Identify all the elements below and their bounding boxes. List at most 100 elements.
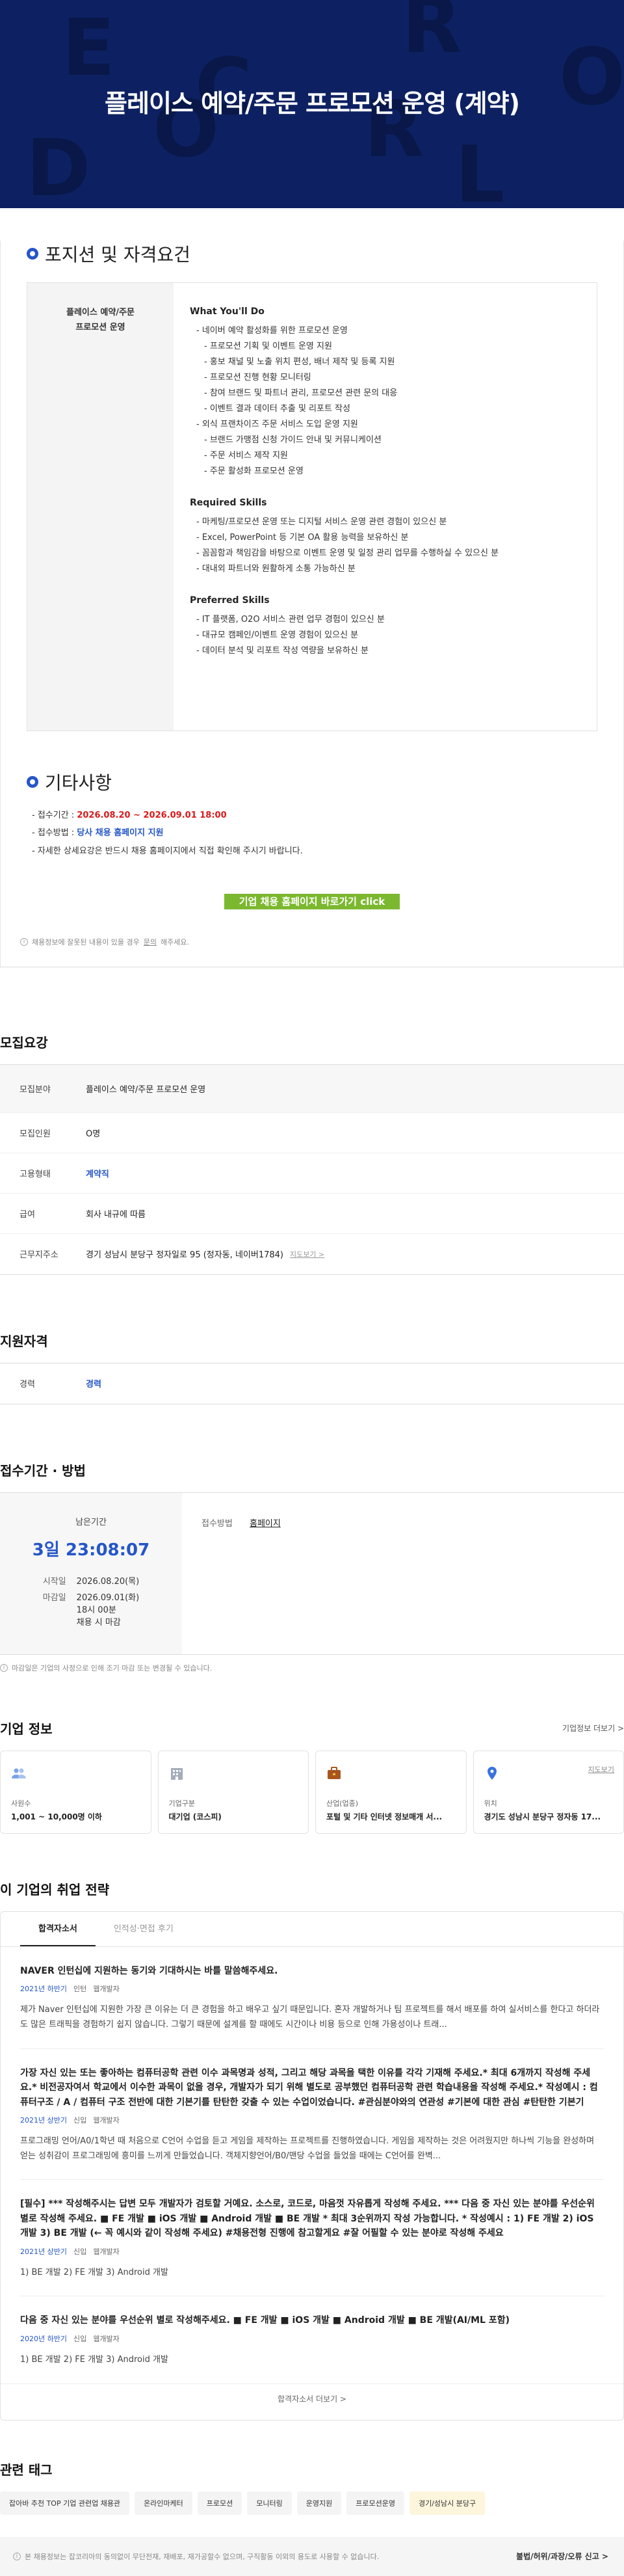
cover-letter-item[interactable]: NAVER 인턴십에 지원하는 동기와 기대하시는 바를 말씀해주세요.2021… xyxy=(20,1947,604,2049)
meta-type: 인턴 xyxy=(73,1985,86,1993)
company-card-value: 대기업 (코스피) xyxy=(169,1811,298,1822)
summary-section: 모집요강 모집분야플레이스 예약/주문 프로모션 운영모집인원O명고용형태계약직… xyxy=(0,1032,624,1275)
tag-chip[interactable]: 온라인마케터 xyxy=(135,2491,192,2515)
people-icon xyxy=(11,1765,27,1781)
summary-table: 모집분야플레이스 예약/주문 프로모션 운영모집인원O명고용형태계약직급여회사 … xyxy=(0,1064,624,1275)
tag-chip[interactable]: 경기/성남시 분당구 xyxy=(410,2491,485,2515)
meta-period: 2020년 하반기 xyxy=(20,2335,67,2343)
what-you-do-item: - 네이버 예약 활성화를 위한 프로모션 운영 xyxy=(190,323,580,339)
summary-title: 모집요강 xyxy=(0,1032,624,1051)
hero-title: 플레이스 예약/주문 프로모션 운영 (계약) xyxy=(0,83,624,119)
what-you-do-list: - 네이버 예약 활성화를 위한 프로모션 운영- 프로모션 기획 및 이벤트 … xyxy=(190,323,580,479)
what-you-do-heading: What You'll Do xyxy=(190,304,580,321)
qa-list: NAVER 인턴십에 지원하는 동기와 기대하시는 바를 말씀해주세요.2021… xyxy=(20,1947,604,2383)
circle-bullet-icon xyxy=(27,776,38,788)
cover-letter-item[interactable]: 가장 자신 있는 또는 좋아하는 컴퓨터공학 관련 이수 과목명과 성적, 그리… xyxy=(20,2049,604,2180)
etc-section-title: 기타사항 xyxy=(27,769,623,795)
hero-banner: E R C O R O D L 플레이스 예약/주문 프로모션 운영 (계약) xyxy=(0,0,624,208)
info-icon: i xyxy=(20,938,28,946)
deadline-title: 접수기간 · 방법 xyxy=(0,1460,624,1479)
summary-row: 급여회사 내규에 따름 xyxy=(0,1194,624,1234)
circle-bullet-icon xyxy=(27,248,38,260)
meta-job: 웹개발자 xyxy=(93,2116,119,2125)
what-you-do-item: - 프로모션 진행 현황 모니터링 xyxy=(190,370,580,386)
map-view-link[interactable]: 지도보기 xyxy=(588,1764,614,1775)
what-you-do-item: - 브랜드 가맹점 신청 가이드 안내 및 커뮤니케이션 xyxy=(190,433,580,448)
tags-title: 관련 태그 xyxy=(0,2460,624,2478)
question: [필수] *** 작성해주시는 답변 모두 개발자가 검토할 거예요. 소스로,… xyxy=(20,2197,604,2240)
summary-key: 급여 xyxy=(0,1207,65,1220)
summary-key: 근무지주소 xyxy=(0,1248,65,1260)
requirements-job-label: 플레이스 예약/주문 프로모션 운영 xyxy=(27,283,174,731)
question-meta: 2020년 하반기신입웹개발자 xyxy=(20,2333,604,2344)
requirements-box: 플레이스 예약/주문 프로모션 운영 What You'll Do - 네이버 … xyxy=(27,282,597,731)
question: 다음 중 자신 있는 분야를 우선순위 별로 작성해주세요. ■ FE 개발 ■… xyxy=(20,2313,604,2328)
what-you-do-item: - 참여 브랜드 및 파트너 관리, 프로모션 관련 문의 대응 xyxy=(190,386,580,401)
tag-chip[interactable]: 운영지원 xyxy=(297,2491,341,2515)
deadline-method: 접수방법 홈페이지 xyxy=(182,1493,281,1654)
info-icon: i xyxy=(0,1664,8,1672)
meta-job: 웹개발자 xyxy=(93,1985,119,1993)
tab-interview-review[interactable]: 인적성·면접 후기 xyxy=(96,1912,192,1946)
answer-preview: 1) BE 개발 2) FE 개발 3) Android 개발 xyxy=(20,2266,604,2281)
summary-value: 플레이스 예약/주문 프로모션 운영 xyxy=(65,1082,205,1095)
company-more-link[interactable]: 기업정보 더보기 > xyxy=(562,1723,624,1734)
report-link[interactable]: 불법/허위/과장/오류 신고 > xyxy=(516,2551,608,2562)
tag-chip[interactable]: 모니터링 xyxy=(247,2491,291,2515)
required-skills-list: - 마케팅/프로모션 운영 또는 디지털 서비스 운영 관련 경험이 있으신 분… xyxy=(190,515,580,577)
tag-chip[interactable]: 프로모션 xyxy=(198,2491,242,2515)
company-title: 기업 정보 xyxy=(0,1719,53,1737)
summary-row: 근무지주소경기 성남시 분당구 정자일로 95 (정자동, 네이버1784) 지도… xyxy=(0,1234,624,1274)
summary-row: 모집분야플레이스 예약/주문 프로모션 운영 xyxy=(0,1065,624,1113)
remaining-time: 3일 23:08:07 xyxy=(0,1536,182,1561)
preferred-skill-item: - 데이터 분석 및 리포트 작성 역량을 보유하신 분 xyxy=(190,643,580,659)
meta-period: 2021년 하반기 xyxy=(20,1985,67,1993)
tab-cover-letter[interactable]: 합격자소서 xyxy=(20,1912,96,1946)
apply-homepage-button[interactable]: 기업 채용 홈페이지 바로가기 click xyxy=(224,894,400,909)
cover-letter-item[interactable]: [필수] *** 작성해주시는 답변 모두 개발자가 검토할 거예요. 소스로,… xyxy=(20,2180,604,2296)
footer-bar: i 본 채용정보는 잡코리아의 동의없이 무단전재, 재배포, 재가공할수 없으… xyxy=(0,2537,624,2576)
deadline-summary: 남은기간 3일 23:08:07 시작일2026.08.20(목) 마감일202… xyxy=(0,1493,182,1654)
building-icon xyxy=(169,1765,185,1781)
summary-value: 경기 성남시 분당구 정자일로 95 (정자동, 네이버1784) xyxy=(65,1248,283,1260)
answer-preview: 1) BE 개발 2) FE 개발 3) Android 개발 xyxy=(20,2353,604,2368)
what-you-do-item: - 프로모션 기획 및 이벤트 운영 지원 xyxy=(190,339,580,355)
meta-type: 신입 xyxy=(73,2247,86,2256)
requirements-detail: What You'll Do - 네이버 예약 활성화를 위한 프로모션 운영-… xyxy=(174,283,597,731)
briefcase-icon xyxy=(326,1765,342,1781)
hero-bg-letter: D xyxy=(26,130,91,208)
cover-letter-item[interactable]: 다음 중 자신 있는 분야를 우선순위 별로 작성해주세요. ■ FE 개발 ■… xyxy=(20,2296,604,2383)
required-skill-item: - 마케팅/프로모션 운영 또는 디지털 서비스 운영 관련 경험이 있으신 분 xyxy=(190,515,580,530)
question: 가장 자신 있는 또는 좋아하는 컴퓨터공학 관련 이수 과목명과 성적, 그리… xyxy=(20,2066,604,2110)
tag-chip[interactable]: 잡아바 추천 TOP 기업 관련업 채용관 xyxy=(0,2491,129,2515)
summary-value: 회사 내규에 따름 xyxy=(65,1207,146,1220)
meta-period: 2021년 상반기 xyxy=(20,2247,67,2256)
what-you-do-item: - 이벤트 결과 데이터 추출 및 리포트 작성 xyxy=(190,401,580,417)
homepage-link[interactable]: 홈페이지 xyxy=(250,1519,281,1529)
inquiry-link[interactable]: 문의 xyxy=(144,937,157,947)
application-method: - 접수방법 : 당사 채용 홈페이지 지원 xyxy=(32,824,623,842)
strategy-tabs: 합격자소서 인적성·면접 후기 xyxy=(1,1912,623,1947)
deadline-dates: 시작일2026.08.20(목) 마감일2026.09.01(화)18시 00분… xyxy=(38,1572,144,1630)
application-period: - 접수기간 : 2026.08.20 ~ 2026.09.01 18:00 xyxy=(32,807,623,824)
company-card-value: 1,001 ~ 10,000명 이하 xyxy=(11,1811,140,1822)
cover-letter-more-link[interactable]: 합격자소서 더보기 > xyxy=(1,2383,623,2404)
meta-job: 웹개발자 xyxy=(93,2335,119,2343)
job-detail-body: 포지션 및 자격요건 플레이스 예약/주문 프로모션 운영 What You'l… xyxy=(0,241,624,967)
preferred-skill-item: - 대규모 캠페인/이벤트 운영 경험이 있으신 분 xyxy=(190,628,580,643)
qualification-section: 지원자격 경력 경력 xyxy=(0,1331,624,1404)
preferred-skills-heading: Preferred Skills xyxy=(190,593,580,610)
company-card: 산업(업종)포털 및 기타 인터넷 정보매개 서... xyxy=(315,1751,467,1834)
tag-chip[interactable]: 프로모션운영 xyxy=(346,2491,404,2515)
meta-job: 웹개발자 xyxy=(93,2247,119,2256)
map-view-link[interactable]: 지도보기 > xyxy=(290,1249,324,1259)
company-card: 위치경기도 성남시 분당구 정자동 17...지도보기 xyxy=(473,1751,624,1834)
meta-period: 2021년 상반기 xyxy=(20,2116,67,2125)
deadline-section: 접수기간 · 방법 남은기간 3일 23:08:07 시작일2026.08.20… xyxy=(0,1460,624,1673)
what-you-do-item: - 외식 프랜차이즈 주문 서비스 도입 운영 지원 xyxy=(190,417,580,433)
report-notice: i 채용정보에 잘못된 내용이 있을 경우문의해주세요. xyxy=(20,937,623,967)
meta-type: 신입 xyxy=(73,2116,86,2125)
question-meta: 2021년 상반기 신입 웹개발자 xyxy=(20,2246,604,2257)
etc-list: - 접수기간 : 2026.08.20 ~ 2026.09.01 18:00 -… xyxy=(32,807,623,860)
strategy-section: 이 기업의 취업 전략 합격자소서 인적성·면접 후기 NAVER 인턴십에 지… xyxy=(0,1879,624,2421)
